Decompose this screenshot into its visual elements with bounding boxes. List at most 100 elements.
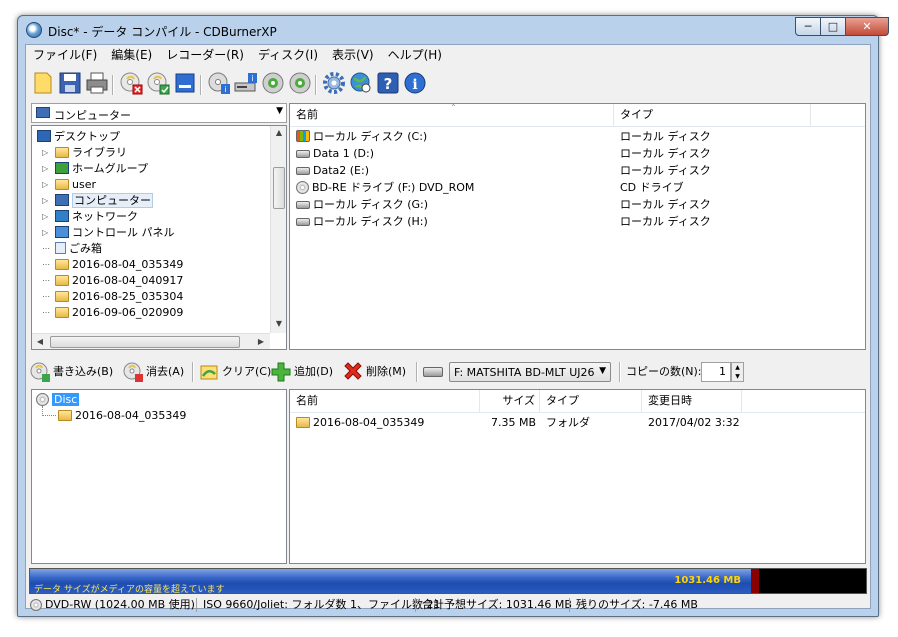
minimize-button[interactable]: ─ [795, 17, 821, 36]
scroll-left-icon[interactable]: ◀ [35, 337, 45, 346]
table-row[interactable]: ローカル ディスク (G:) [296, 196, 428, 213]
print-icon[interactable] [84, 70, 110, 96]
scroll-thumb[interactable] [273, 167, 285, 209]
help-icon[interactable]: ? [375, 70, 401, 96]
drive-select[interactable]: F: MATSHITA BD-MLT UJ26 ▼ [449, 362, 611, 382]
burn-disc-icon[interactable] [145, 70, 171, 96]
folder-icon [55, 307, 69, 318]
tree-vscroll[interactable]: ▲ ▼ [270, 126, 286, 333]
user-folder-icon [55, 179, 69, 190]
menu-view[interactable]: 表示(V) [325, 45, 381, 65]
expand-icon[interactable]: ▷ [42, 177, 48, 193]
tree-item[interactable]: ⋯ 2016-08-04_040917 [42, 273, 184, 289]
computer-icon [36, 107, 50, 118]
erase-label: 消去(A) [146, 365, 185, 378]
tree-item[interactable]: ▷ ネットワーク [42, 209, 138, 225]
svg-text:i: i [412, 77, 417, 93]
table-row[interactable]: BD-RE ドライブ (F:) DVD_ROM [296, 179, 474, 196]
column-header-empty[interactable] [811, 104, 865, 126]
gear-icon[interactable] [321, 70, 347, 96]
hscroll-thumb[interactable] [50, 336, 240, 348]
info-icon[interactable]: i [402, 70, 428, 96]
disc-info-icon[interactable]: i [206, 70, 232, 96]
tree-item-label: 2016-08-04_040917 [72, 274, 184, 287]
copies-stepper[interactable]: ▲ ▼ [731, 362, 744, 382]
tree-item[interactable]: ⋯ 2016-08-25_035304 [42, 289, 184, 305]
tree-item-label: 2016-08-25_035304 [72, 290, 184, 303]
tree-item[interactable]: ▷ ホームグループ [42, 161, 148, 177]
blue-square-icon[interactable] [172, 70, 198, 96]
tree-item[interactable]: デスクトップ [37, 129, 120, 145]
menu-help[interactable]: ヘルプ(H) [381, 45, 449, 65]
capacity-value: 1031.46 MB [674, 575, 741, 586]
tree-connector: ⋯ [42, 244, 50, 253]
delete-icon [344, 362, 362, 380]
globe-icon[interactable] [348, 70, 374, 96]
column-header-modified[interactable]: 変更日時 [642, 390, 742, 412]
tree-item-label: コンピューター [72, 193, 153, 208]
capacity-bar: データ サイズがメディアの容量を超えています 1031.46 MB [29, 568, 867, 595]
scroll-up-icon[interactable]: ▲ [271, 128, 286, 137]
disc-green-icon[interactable] [260, 70, 286, 96]
erase-button[interactable]: 消去(A) [122, 360, 184, 384]
network-icon [55, 210, 69, 222]
sort-ascending-icon: ⌃ [450, 103, 457, 112]
expand-icon[interactable]: ▷ [42, 193, 48, 209]
table-row[interactable]: 2016-08-04_035349 [296, 414, 424, 431]
tree-item[interactable]: ⋯ ごみ箱 [42, 241, 102, 257]
disc-icon [30, 599, 42, 611]
column-header-name[interactable]: 名前 ⌃ [290, 104, 614, 126]
disc-green2-icon[interactable] [287, 70, 313, 96]
erase-disc-icon[interactable] [118, 70, 144, 96]
expand-icon[interactable]: ▷ [42, 209, 48, 225]
write-button[interactable]: 書き込み(B) [29, 360, 113, 384]
library-icon [55, 147, 69, 158]
table-row[interactable]: ローカル ディスク (C:) [296, 128, 427, 145]
compilation-folder[interactable]: 2016-08-04_035349 [58, 408, 186, 424]
expand-icon[interactable]: ▷ [42, 161, 48, 177]
expand-icon[interactable]: ▷ [42, 145, 48, 161]
tree-item[interactable]: ▷ user [42, 177, 96, 193]
drive-info-icon[interactable]: i [233, 70, 259, 96]
column-header-size[interactable]: サイズ [480, 390, 540, 412]
toolbar-separator [112, 75, 114, 95]
stepper-down-icon[interactable]: ▼ [732, 372, 743, 381]
column-header-type[interactable]: タイプ [614, 104, 811, 126]
tree-item[interactable]: ⋯ 2016-08-04_035349 [42, 257, 183, 273]
copies-input[interactable]: 1 [701, 362, 731, 382]
table-row[interactable]: Data2 (E:) [296, 162, 369, 179]
table-row[interactable]: Data 1 (D:) [296, 145, 374, 162]
new-icon[interactable] [30, 70, 56, 96]
tree-item[interactable]: ▷ コントロール パネル [42, 225, 175, 241]
close-button[interactable]: ✕ [845, 17, 889, 36]
cell-size: 7.35 MB [490, 416, 536, 429]
scroll-right-icon[interactable]: ▶ [256, 337, 266, 346]
svg-text:?: ? [384, 75, 393, 93]
expand-icon[interactable]: ▷ [42, 225, 48, 241]
copies-label: コピーの数(N): [626, 365, 702, 378]
cell-type: ローカル ディスク [620, 164, 711, 177]
tree-item[interactable]: ▷ コンピューター [42, 193, 153, 209]
menu-recorder[interactable]: レコーダー(R) [159, 45, 251, 65]
menu-edit[interactable]: 編集(E) [104, 45, 159, 65]
cell-name: ローカル ディスク (C:) [313, 130, 428, 143]
delete-button[interactable]: 削除(M) [342, 360, 406, 384]
tree-item-label: user [72, 178, 96, 191]
table-row[interactable]: ローカル ディスク (H:) [296, 213, 428, 230]
save-icon[interactable] [57, 70, 83, 96]
column-header-name[interactable]: 名前 [290, 390, 480, 412]
stepper-up-icon[interactable]: ▲ [732, 363, 743, 372]
tree-item[interactable]: ⋯ 2016-09-06_020909 [42, 305, 183, 321]
svg-text:i: i [224, 85, 226, 94]
tree-item[interactable]: ▷ ライブラリ [42, 145, 127, 161]
cell-type: ローカル ディスク [620, 130, 711, 143]
add-button[interactable]: 追加(D) [270, 360, 333, 384]
maximize-button[interactable]: □ [820, 17, 846, 36]
location-combo[interactable]: コンピューター ▼ [31, 103, 287, 123]
column-header-type[interactable]: タイプ [540, 390, 642, 412]
menu-disc[interactable]: ディスク(I) [251, 45, 325, 65]
menu-file[interactable]: ファイル(F) [26, 45, 104, 65]
clear-button[interactable]: クリア(C) [198, 360, 271, 384]
tree-hscroll[interactable]: ◀ ▶ [32, 333, 270, 349]
scroll-down-icon[interactable]: ▼ [271, 319, 286, 328]
